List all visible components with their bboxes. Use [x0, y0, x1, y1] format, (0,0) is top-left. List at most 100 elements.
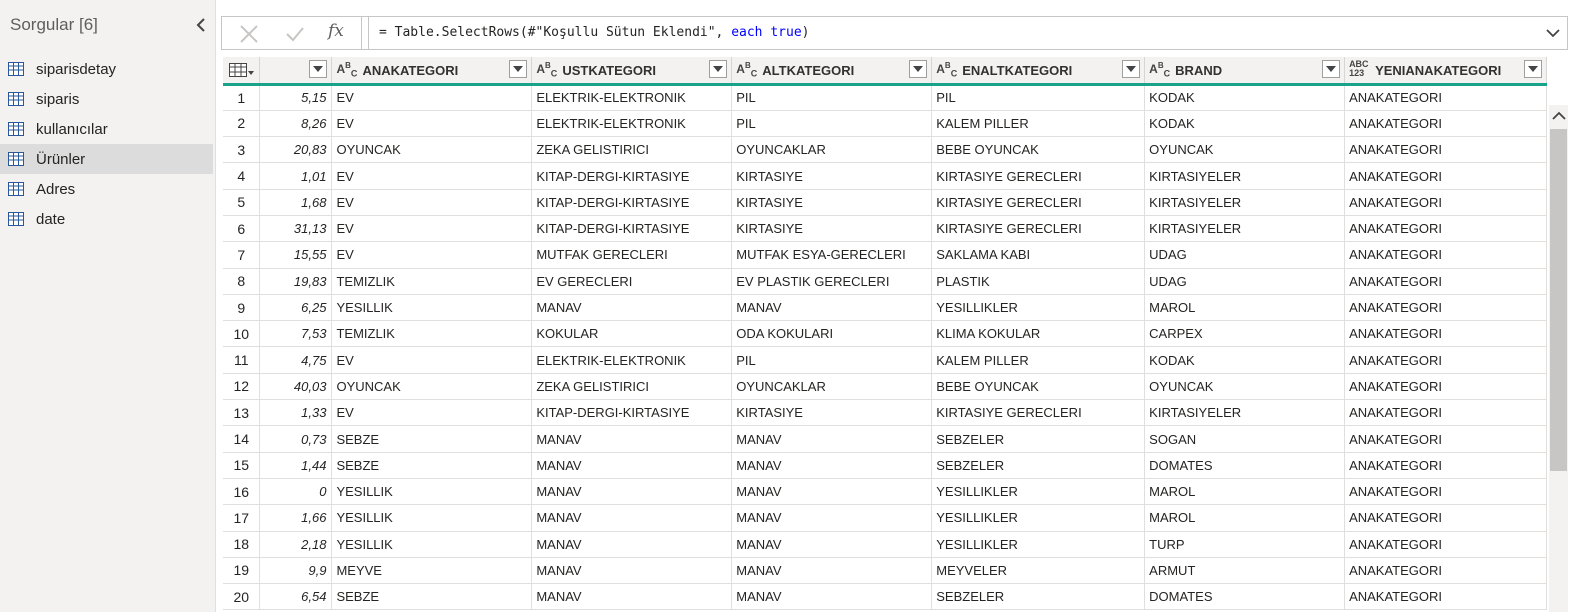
- table-cell-number[interactable]: 9,9: [259, 557, 333, 585]
- table-cell-number[interactable]: 1,66: [259, 504, 333, 532]
- row-number[interactable]: 7: [223, 241, 261, 269]
- table-cell[interactable]: EV PLASTIK GERECLERI: [731, 268, 933, 295]
- table-cell[interactable]: OYUNCAK: [1144, 373, 1346, 401]
- table-cell-number[interactable]: 0,73: [259, 425, 333, 453]
- table-cell[interactable]: ANAKATEGORI: [1344, 425, 1547, 453]
- row-number[interactable]: 12: [223, 373, 261, 401]
- table-cell[interactable]: CARPEX: [1144, 320, 1346, 348]
- table-cell[interactable]: MANAV: [731, 478, 933, 506]
- row-number[interactable]: 14: [223, 425, 261, 453]
- table-cell[interactable]: MANAV: [731, 425, 933, 453]
- table-cell[interactable]: MAROL: [1144, 294, 1346, 322]
- table-row[interactable]: 4 1,01 EV KITAP-DERGI-KIRTASIYE KIRTASIYE KIR…: [223, 162, 1547, 190]
- column-filter-button[interactable]: [509, 60, 528, 78]
- table-cell[interactable]: EV GERECLERI: [531, 268, 733, 295]
- table-cell[interactable]: PLASTIK: [931, 268, 1146, 295]
- table-cell-number[interactable]: 1,33: [259, 399, 333, 427]
- table-cell-number[interactable]: 1,44: [259, 452, 333, 479]
- table-row[interactable]: 14 0,73 SEBZE MANAV MANAV SEBZELER SOGAN ANAKAT…: [223, 425, 1547, 453]
- table-row[interactable]: 19 9,9 MEYVE MANAV MANAV MEYVELER ARMUT ANAKATE…: [223, 557, 1547, 585]
- table-cell[interactable]: MANAV: [531, 504, 733, 532]
- table-row[interactable]: 9 6,25 YESILLIK MANAV MANAV YESILLIKLER MAROL A…: [223, 294, 1547, 322]
- table-cell[interactable]: ANAKATEGORI: [1344, 504, 1547, 532]
- table-cell[interactable]: ANAKATEGORI: [1344, 294, 1547, 322]
- table-cell[interactable]: KIRTASIYE GERECLERI: [931, 162, 1146, 190]
- table-row[interactable]: 3 20,83 OYUNCAK ZEKA GELISTIRICI OYUNCAKLAR B…: [223, 136, 1547, 164]
- row-number[interactable]: 8: [223, 268, 261, 295]
- table-cell[interactable]: KIRTASIYE: [731, 399, 933, 427]
- table-cell[interactable]: ANAKATEGORI: [1344, 136, 1547, 164]
- row-number[interactable]: 20: [223, 583, 261, 611]
- table-cell-number[interactable]: 2,18: [259, 531, 333, 558]
- table-cell[interactable]: KALEM PILLER: [931, 346, 1146, 374]
- table-cell[interactable]: YESILLIK: [331, 531, 533, 558]
- table-cell[interactable]: SEBZELER: [931, 583, 1146, 611]
- table-cell[interactable]: EV: [331, 84, 533, 111]
- table-cell[interactable]: SEBZE: [331, 583, 533, 611]
- table-cell[interactable]: BEBE OYUNCAK: [931, 136, 1146, 164]
- table-row[interactable]: 11 4,75 EV ELEKTRIK-ELEKTRONIK PIL KALEM PILL…: [223, 346, 1547, 374]
- column-header[interactable]: ABC 123 YENIANAKATEGORI: [1344, 57, 1547, 86]
- table-cell[interactable]: TEMIZLIK: [331, 268, 533, 295]
- table-cell[interactable]: MANAV: [531, 531, 733, 558]
- any-type-icon[interactable]: ABC 123: [1349, 60, 1369, 78]
- table-cell[interactable]: MEYVELER: [931, 557, 1146, 585]
- text-type-icon[interactable]: ABC: [1149, 61, 1170, 78]
- table-cell[interactable]: MUTFAK ESYA-GERECLERI: [731, 241, 933, 269]
- table-cell[interactable]: KITAP-DERGI-KIRTASIYE: [531, 215, 733, 243]
- table-cell[interactable]: ANAKATEGORI: [1344, 215, 1547, 243]
- column-header[interactable]: ABC USTKATEGORI: [531, 57, 733, 86]
- query-item[interactable]: kullanıcılar: [0, 114, 213, 144]
- commit-formula-button[interactable]: [284, 23, 306, 45]
- table-cell[interactable]: OYUNCAK: [331, 373, 533, 401]
- table-cell[interactable]: ANAKATEGORI: [1344, 452, 1547, 479]
- column-header[interactable]: ABC BRAND: [1144, 57, 1346, 86]
- text-type-icon[interactable]: ABC: [936, 61, 957, 78]
- table-cell[interactable]: KITAP-DERGI-KIRTASIYE: [531, 189, 733, 216]
- query-item[interactable]: Adres: [0, 174, 213, 204]
- table-cell[interactable]: PIL: [931, 84, 1146, 111]
- row-number[interactable]: 4: [223, 162, 261, 190]
- table-cell[interactable]: KIRTASIYELER: [1144, 189, 1346, 216]
- table-cell[interactable]: TEMIZLIK: [331, 320, 533, 348]
- table-cell-number[interactable]: 6,54: [259, 583, 333, 611]
- table-row[interactable]: 17 1,66 YESILLIK MANAV MANAV YESILLIKLER MAROL…: [223, 504, 1547, 532]
- column-header[interactable]: ABC ANAKATEGORI: [331, 57, 533, 86]
- table-cell[interactable]: YESILLIKLER: [931, 294, 1146, 322]
- row-number[interactable]: 1: [223, 84, 261, 111]
- table-row[interactable]: 13 1,33 EV KITAP-DERGI-KIRTASIYE KIRTASIYE KI…: [223, 399, 1547, 427]
- table-cell[interactable]: OYUNCAKLAR: [731, 373, 933, 401]
- table-cell[interactable]: EV: [331, 189, 533, 216]
- table-cell[interactable]: ANAKATEGORI: [1344, 320, 1547, 348]
- table-cell-number[interactable]: 1,68: [259, 189, 333, 216]
- table-row[interactable]: 18 2,18 YESILLIK MANAV MANAV YESILLIKLER TURP A…: [223, 531, 1547, 558]
- table-cell[interactable]: ELEKTRIK-ELEKTRONIK: [531, 346, 733, 374]
- table-cell[interactable]: ZEKA GELISTIRICI: [531, 373, 733, 401]
- table-cell[interactable]: ANAKATEGORI: [1344, 110, 1547, 138]
- column-filter-button[interactable]: [1322, 60, 1341, 78]
- table-cell[interactable]: EV: [331, 215, 533, 243]
- table-cell[interactable]: KIRTASIYE GERECLERI: [931, 215, 1146, 243]
- table-row[interactable]: 5 1,68 EV KITAP-DERGI-KIRTASIYE KIRTASIYE KIR…: [223, 189, 1547, 216]
- table-cell[interactable]: YESILLIK: [331, 478, 533, 506]
- table-cell[interactable]: MANAV: [531, 452, 733, 479]
- column-filter-button[interactable]: [1524, 60, 1542, 78]
- table-cell[interactable]: MANAV: [731, 583, 933, 611]
- expand-formula-button[interactable]: [1545, 25, 1561, 41]
- column-filter-button[interactable]: [1122, 60, 1141, 78]
- column-filter-button[interactable]: [709, 60, 728, 78]
- table-cell[interactable]: EV: [331, 241, 533, 269]
- table-cell[interactable]: EV: [331, 110, 533, 138]
- column-header[interactable]: ABC ALTKATEGORI: [731, 57, 933, 86]
- table-cell-number[interactable]: 20,83: [259, 136, 333, 164]
- row-number[interactable]: 6: [223, 215, 261, 243]
- table-cell[interactable]: ODA KOKULARI: [731, 320, 933, 348]
- table-cell[interactable]: PIL: [731, 346, 933, 374]
- table-cell-number[interactable]: 5,15: [259, 84, 333, 111]
- table-cell[interactable]: KIRTASIYE GERECLERI: [931, 399, 1146, 427]
- table-cell[interactable]: ANAKATEGORI: [1344, 557, 1547, 585]
- query-item[interactable]: siparis: [0, 84, 213, 114]
- table-cell[interactable]: KITAP-DERGI-KIRTASIYE: [531, 162, 733, 190]
- table-cell-number[interactable]: 19,83: [259, 268, 333, 295]
- table-cell[interactable]: KIRTASIYELER: [1144, 162, 1346, 190]
